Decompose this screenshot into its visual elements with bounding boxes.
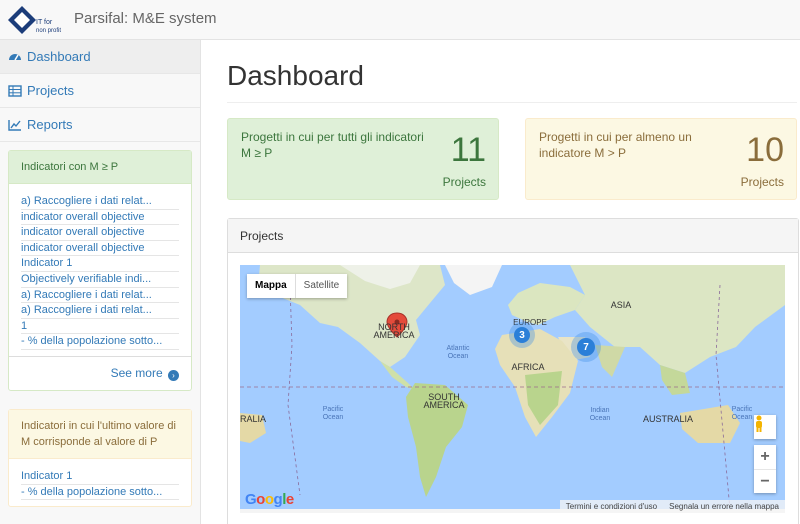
map-type-satellite-button[interactable]: Satellite [294,274,348,298]
see-more-label: See more [110,365,163,380]
panel-title: Indicatori con M ≥ P [9,151,191,184]
google-letter: o [264,491,274,508]
map-cluster-asia[interactable]: 7 [571,332,601,362]
pegman-icon [756,415,762,432]
projects-panel: Projects NORTH AMERICA SOUTH AMERICA EUR… [227,218,799,524]
sidebar-item-projects[interactable]: Projects [0,74,200,108]
list-item[interactable]: Indicator 1 [21,469,179,485]
indicators-panel-m-ge-p: Indicatori con M ≥ P a) Raccogliere i da… [8,150,192,391]
line-chart-icon [8,118,22,132]
street-view-pegman-button[interactable] [754,415,776,439]
map-footer: Termini e condizioni d'uso Segnala un er… [559,500,785,513]
map-label-africa: AFRICA [511,362,545,372]
zoom-in-button[interactable]: + [754,445,776,469]
dashboard-icon [8,50,22,64]
map-label-indian: Indian Ocean [589,407,611,422]
map-cluster-europe[interactable]: 3 [509,322,535,348]
list-item[interactable]: - % della popolazione sotto... [21,334,179,350]
google-letter: g [273,491,283,508]
zoom-out-button[interactable]: − [754,469,776,493]
projects-map[interactable]: NORTH AMERICA SOUTH AMERICA EUROPE ASIA … [240,265,785,513]
list-item[interactable]: Indicator 1 [21,256,179,272]
map-label-pacific-right: Pacific Ocean [731,406,753,421]
sidebar-item-label: Reports [27,117,73,132]
stat-description: Progetti in cui per tutti gli indicatori… [241,130,424,160]
list-item[interactable]: a) Raccogliere i dati relat... [21,288,179,304]
stat-card-any-indicator: Progetti in cui per almeno un indicatore… [525,118,797,200]
map-label-australia-left: RALIA [240,414,267,424]
google-letter: e [285,491,294,508]
stat-description: Progetti in cui per almeno un indicatore… [539,130,692,160]
list-item[interactable]: indicator overall objective [21,241,179,257]
sidebar-item-dashboard[interactable]: Dashboard [0,40,200,74]
page-title: Dashboard [227,60,364,91]
stat-value: 10 [746,131,784,169]
sidebar-item-label: Projects [27,83,74,98]
sidebar-item-label: Dashboard [27,49,91,64]
list-item[interactable]: indicator overall objective [21,210,179,226]
list-item[interactable]: Objectively verifiable indi... [21,272,179,288]
top-navbar: IT for non profit Parsifal: M&E system [0,0,800,40]
panel-title: Indicatori in cui l'ultimo valore di M c… [9,409,191,459]
google-letter: o [256,491,265,508]
logo[interactable]: IT for non profit [6,2,66,38]
report-error-link[interactable]: Segnala un errore nella mappa [663,500,785,513]
list-item[interactable]: 1 [21,319,179,335]
see-more-link[interactable]: See more › [9,355,191,390]
indicator-list: a) Raccogliere i dati relat... indicator… [9,184,191,356]
world-map-graphic [240,265,785,513]
list-item[interactable]: indicator overall objective [21,225,179,241]
map-label-asia: ASIA [610,300,632,310]
arrow-circle-right-icon: › [168,369,179,381]
list-item[interactable]: - % della popolazione sotto... [21,485,179,501]
indicator-list: Indicator 1 - % della popolazione sotto.… [9,459,191,506]
stat-unit: Projects [740,175,784,189]
google-letter: G [245,491,257,508]
divider [227,102,797,103]
list-item[interactable]: a) Raccogliere i dati relat... [21,303,179,319]
stat-unit: Projects [442,175,486,189]
panel-title: Projects [228,219,798,253]
list-item[interactable]: a) Raccogliere i dati relat... [21,194,179,210]
svg-text:IT for: IT for [36,19,53,26]
app-brand[interactable]: Parsifal: M&E system [74,10,217,27]
map-label-australia: AUSTRALIA [642,414,693,424]
map-type-mappa-button[interactable]: Mappa [247,274,295,298]
map-label-north-america: NORTH AMERICA [373,322,415,340]
stat-card-all-indicators: Progetti in cui per tutti gli indicatori… [227,118,499,200]
map-label-south-america: SOUTH AMERICA [423,392,465,410]
map-label-pacific: Pacific Ocean [322,406,344,421]
zoom-control: + − [754,445,776,493]
google-logo: Google [245,491,294,508]
main-content: Dashboard Progetti in cui per tutti gli … [201,40,800,524]
cluster-count: 3 [514,327,530,343]
svg-text:non profit: non profit [36,28,61,34]
map-type-control: Mappa Satellite [247,274,348,298]
table-icon [8,84,22,98]
indicators-panel-m-equals-p: Indicatori in cui l'ultimo valore di M c… [8,408,192,508]
sidebar: Dashboard Projects Reports Indicatori co… [0,40,201,524]
cluster-count: 7 [577,338,595,356]
map-label-atlantic: Atlantic Ocean [446,345,470,360]
terms-link[interactable]: Termini e condizioni d'uso [560,500,663,513]
stat-value: 11 [450,131,486,169]
sidebar-item-reports[interactable]: Reports [0,108,200,142]
